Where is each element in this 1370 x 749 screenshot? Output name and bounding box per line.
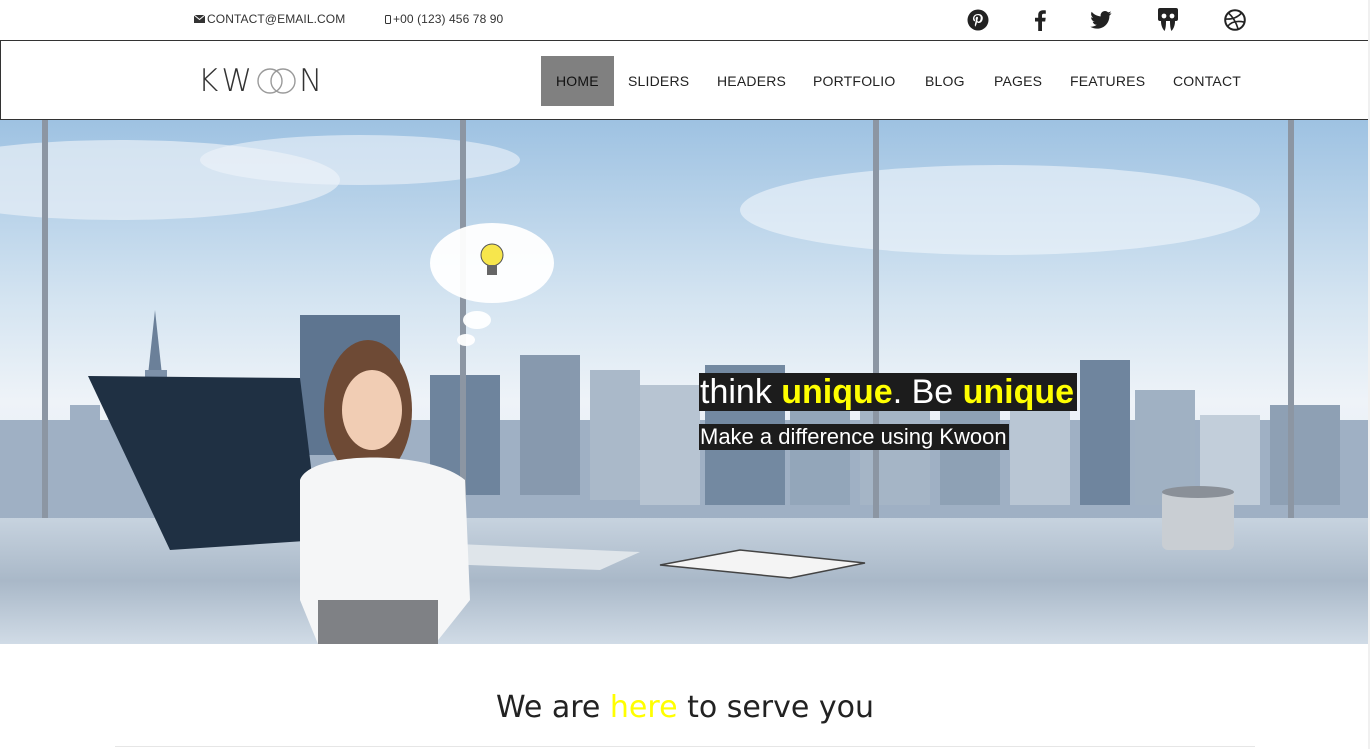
slideshare-link[interactable] (1155, 6, 1181, 34)
mobile-phone-icon (385, 14, 391, 24)
section-divider (115, 746, 1255, 747)
hero-slider[interactable]: think unique. Be unique Make a differenc… (0, 120, 1370, 644)
nav-sliders[interactable]: SLIDERS (613, 56, 704, 106)
contact-email[interactable]: CONTACT@EMAIL.COM (194, 12, 345, 26)
slideshare-icon (1158, 8, 1178, 31)
nav-portfolio[interactable]: PORTFOLIO (798, 56, 910, 106)
nav-blog[interactable]: BLOG (910, 56, 980, 106)
dribbble-icon (1224, 9, 1246, 31)
hero-headline-highlight-1: unique (781, 373, 893, 411)
twitter-icon (1090, 11, 1112, 29)
nav-home[interactable]: HOME (541, 56, 614, 106)
section-title-part-3: to serve you (677, 690, 875, 725)
logo-letter-n: N (299, 63, 326, 99)
hero-subheadline: Make a difference using Kwoon (699, 424, 1009, 450)
dribbble-link[interactable] (1222, 6, 1248, 34)
nav-features[interactable]: FEATURES (1055, 56, 1160, 106)
logo-letter-k: K (198, 63, 222, 99)
hero-headline-part-1: think (700, 373, 782, 411)
site-logo[interactable]: K W N (198, 63, 325, 99)
envelope-icon (194, 15, 205, 23)
contact-phone[interactable]: +00 (123) 456 78 90 (385, 12, 503, 26)
top-bar: CONTACT@EMAIL.COM +00 (123) 456 78 90 (0, 0, 1370, 40)
hero-headline-part-3: . Be (892, 373, 963, 411)
twitter-link[interactable] (1088, 6, 1114, 34)
nav-contact[interactable]: CONTACT (1158, 56, 1256, 106)
hero-headline: think unique. Be unique (699, 373, 1078, 411)
pinterest-link[interactable] (965, 6, 991, 34)
contact-phone-text: +00 (123) 456 78 90 (393, 12, 504, 26)
hero-background-image (0, 120, 1370, 644)
nav-headers[interactable]: HEADERS (702, 56, 801, 106)
facebook-icon (1035, 10, 1046, 31)
contact-email-text: CONTACT@EMAIL.COM (207, 12, 346, 26)
section-title: We are here to serve you (0, 690, 1370, 725)
main-navbar: K W N HOME SLIDERS HEADERS PORTFOLIO BLO… (0, 40, 1370, 120)
nav-pages[interactable]: PAGES (979, 56, 1057, 106)
logo-letter-w: W (221, 63, 255, 99)
hero-headline-highlight-2: unique (962, 373, 1075, 411)
facebook-link[interactable] (1027, 6, 1053, 34)
section-title-highlight: here (609, 690, 678, 725)
logo-rings-icon (256, 66, 298, 96)
section-title-part-1: We are (495, 690, 610, 725)
pinterest-icon (967, 9, 989, 31)
